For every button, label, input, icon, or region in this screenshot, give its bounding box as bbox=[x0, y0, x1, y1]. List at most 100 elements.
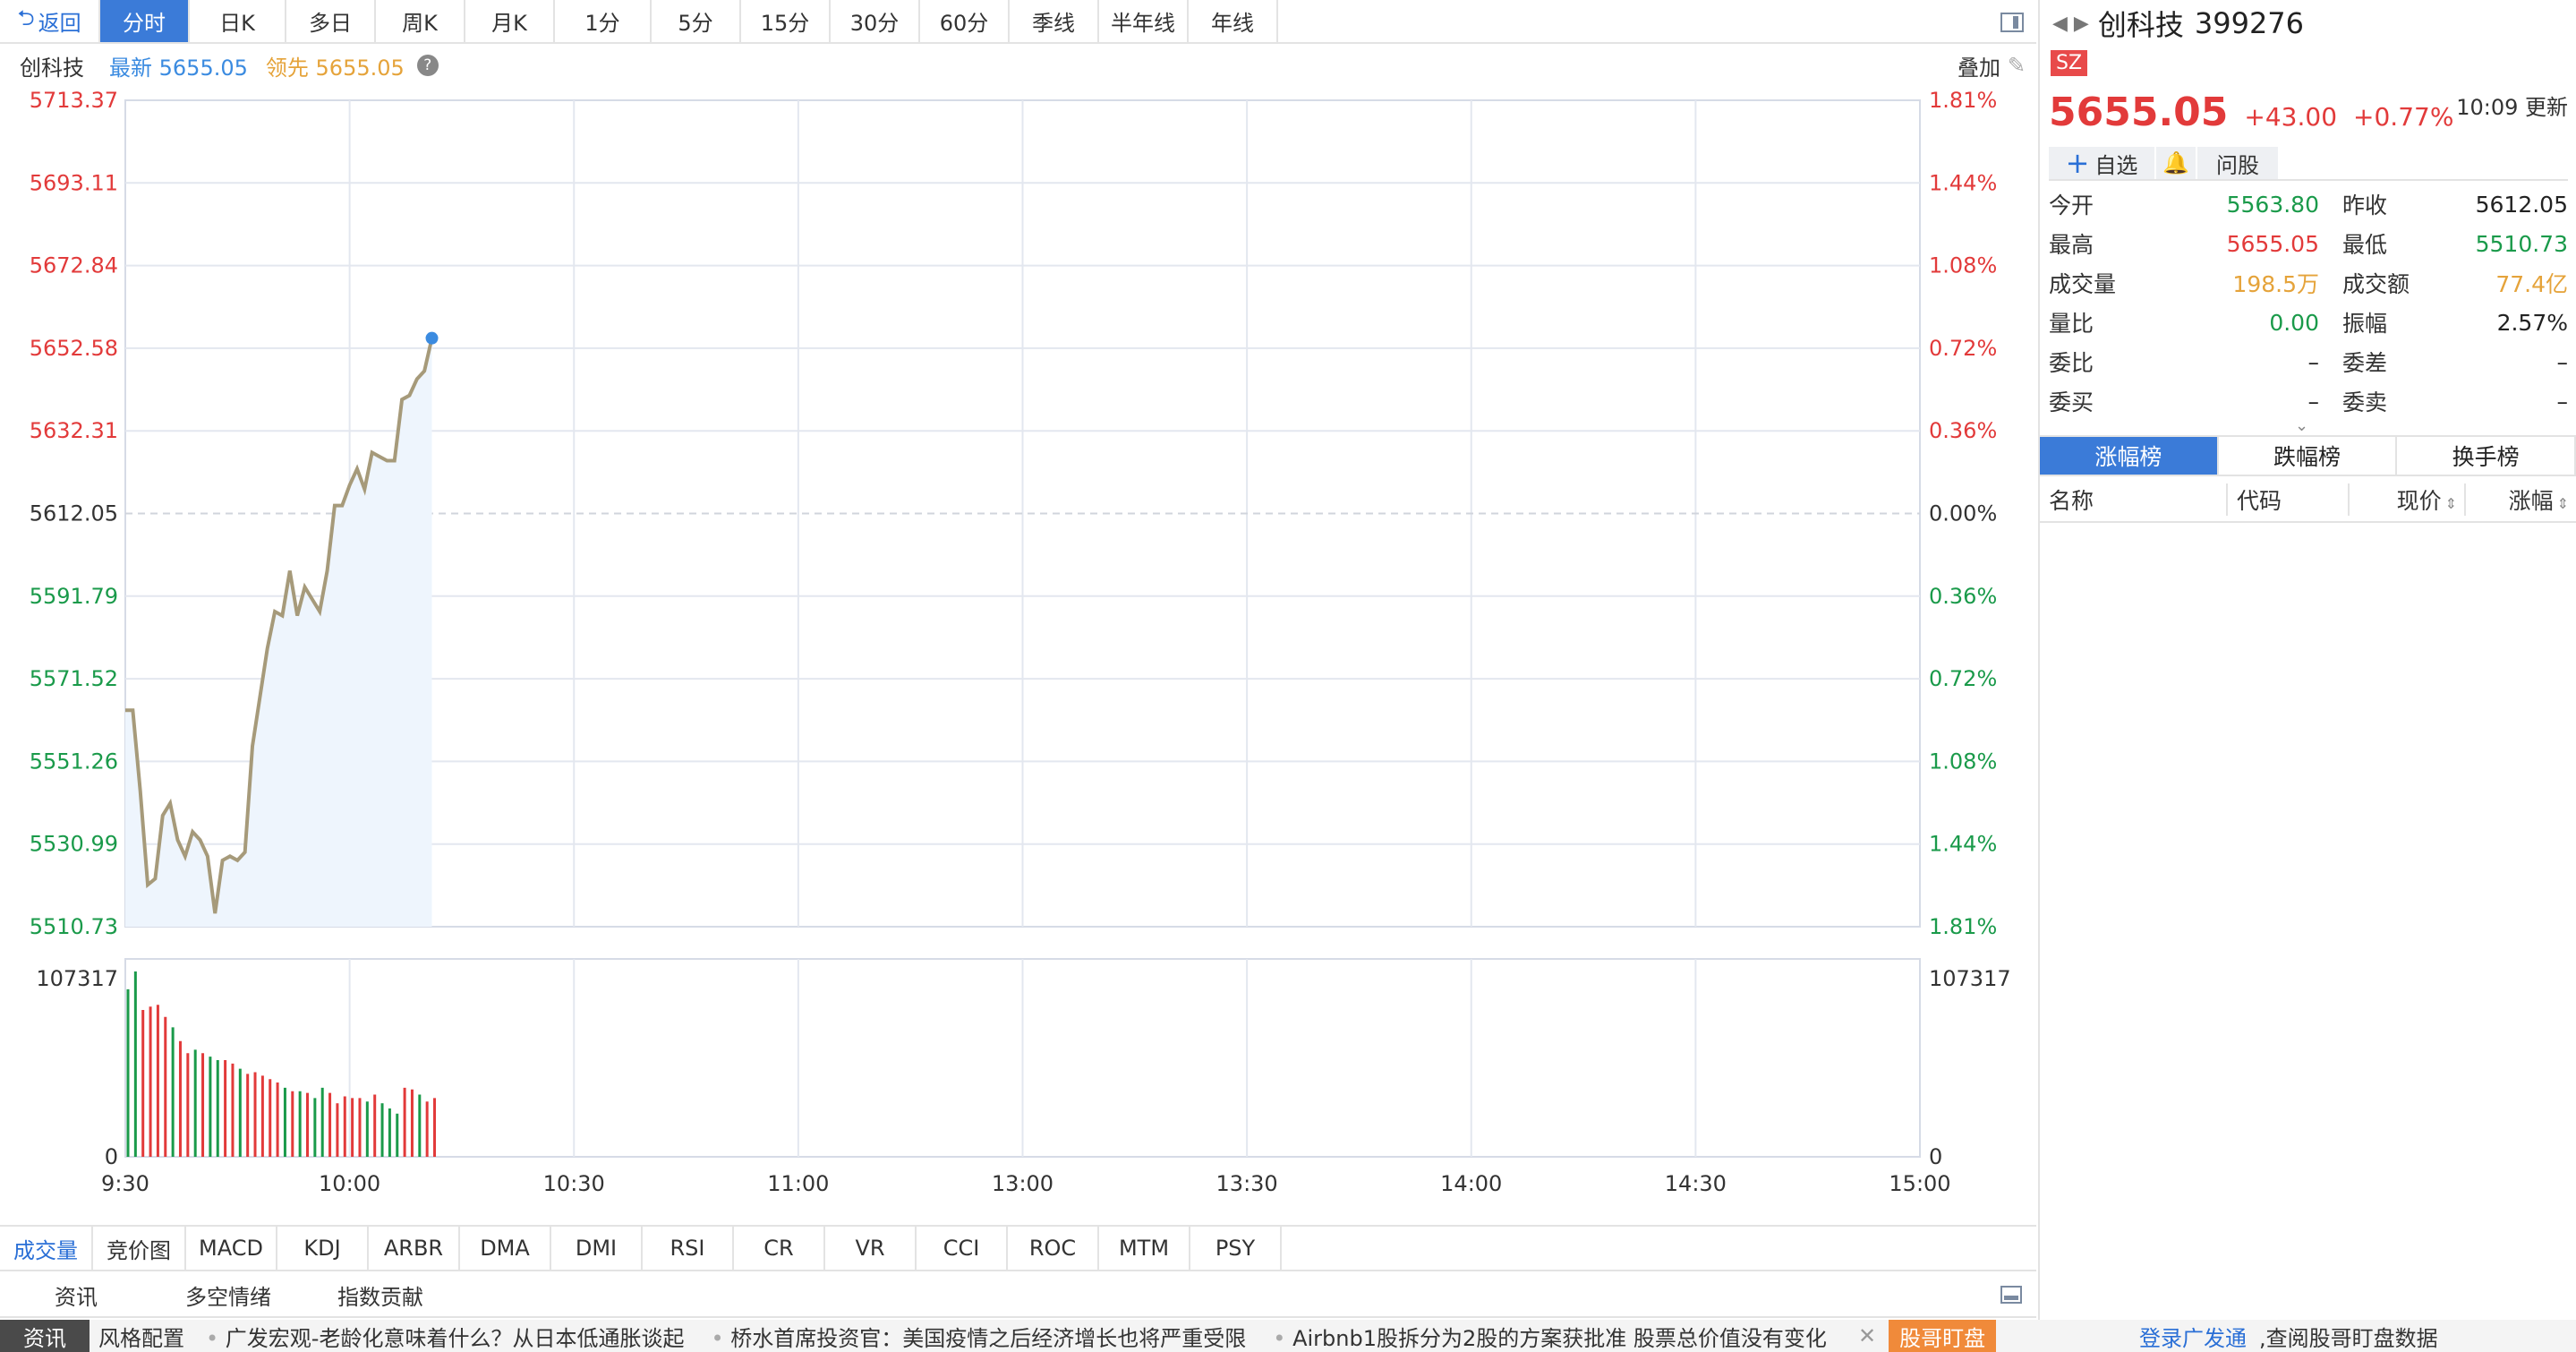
stat-row: 今开 5563.80 昨收 5612.05 bbox=[2049, 184, 2568, 224]
period-tab[interactable]: 1分 bbox=[555, 0, 652, 42]
time-axis-label: 10:00 bbox=[319, 1171, 380, 1196]
quote-info-line: 创科技 最新 5655.05 领先 5655.05 ? 叠加 ✎ bbox=[0, 47, 2036, 84]
back-button[interactable]: ⮌ 返回 bbox=[0, 0, 100, 42]
ranking-tabs: 涨幅榜 跌幅榜 换手榜 bbox=[2040, 435, 2576, 476]
col-change[interactable]: 涨幅 ⇕ bbox=[2466, 483, 2576, 516]
stat-row: 最高 5655.05 最低 5510.73 bbox=[2049, 224, 2568, 263]
price-axis-label: 5652.58 bbox=[30, 336, 118, 361]
period-tab[interactable]: 5分 bbox=[652, 0, 741, 42]
news-tab[interactable]: 资讯 bbox=[0, 1279, 152, 1311]
price-point bbox=[425, 331, 439, 345]
percent-axis-label: 0.36% bbox=[1929, 418, 1997, 443]
indicator-tab[interactable]: MTM bbox=[1099, 1227, 1190, 1270]
indicator-tab[interactable]: VR bbox=[825, 1227, 917, 1270]
close-icon[interactable]: ✕ bbox=[1858, 1323, 1876, 1348]
style-config-link[interactable]: 风格配置 bbox=[98, 1321, 184, 1352]
news-item[interactable]: 桥水首席投资官：美国疫情之后经济增长也将严重受限 bbox=[711, 1321, 1246, 1352]
stat-value: – bbox=[2556, 348, 2569, 375]
stat-label: 委买 bbox=[2049, 389, 2094, 415]
price-axis-label: 5713.37 bbox=[30, 88, 118, 113]
price-axis-label: 5672.84 bbox=[30, 253, 118, 278]
ask-stock-button[interactable]: 问股 bbox=[2197, 147, 2278, 179]
login-link[interactable]: 登录广发通 bbox=[2139, 1321, 2247, 1352]
col-name[interactable]: 名称 bbox=[2040, 483, 2228, 516]
stat-label: 昨收 bbox=[2342, 193, 2388, 218]
indicator-tab[interactable]: CCI bbox=[917, 1227, 1008, 1270]
period-tab[interactable]: 分时 bbox=[100, 0, 190, 42]
indicator-tab[interactable]: DMA bbox=[460, 1227, 551, 1270]
overlay-button[interactable]: 叠加 bbox=[1958, 50, 2000, 81]
indicator-tab[interactable]: ROC bbox=[1008, 1227, 1099, 1270]
period-tab[interactable]: 月K bbox=[465, 0, 555, 42]
time-axis-label: 14:00 bbox=[1440, 1171, 1502, 1196]
expand-chevron-icon[interactable]: ⌄ bbox=[2295, 416, 2308, 435]
stat-label: 委比 bbox=[2049, 350, 2094, 376]
indicator-tab[interactable]: DMI bbox=[551, 1227, 643, 1270]
indicator-tab[interactable]: 竞价图 bbox=[93, 1227, 186, 1270]
quote-side-panel: ◀ ▶ 创科技 399276 SZ 5655.05 +43.00 +0.77% … bbox=[2038, 0, 2576, 1320]
alert-bell-icon[interactable]: 🔔 bbox=[2156, 147, 2196, 179]
period-tab[interactable]: 半年线 bbox=[1099, 0, 1189, 42]
stat-value: 0.00 bbox=[2269, 309, 2319, 336]
stat-label: 委差 bbox=[2342, 350, 2388, 376]
sort-icon: ⇕ bbox=[2556, 495, 2569, 512]
indicator-tab[interactable]: MACD bbox=[186, 1227, 277, 1270]
stat-label: 最低 bbox=[2342, 232, 2388, 258]
percent-axis-label: 0.36% bbox=[1929, 584, 1997, 609]
period-tab[interactable]: 30分 bbox=[831, 0, 920, 42]
news-tab[interactable]: 指数贡献 bbox=[304, 1279, 456, 1311]
stat-label: 成交额 bbox=[2342, 271, 2410, 297]
col-price[interactable]: 现价 ⇕ bbox=[2350, 483, 2466, 516]
price-change: +43.00 bbox=[2244, 102, 2338, 132]
news-item[interactable]: 广发宏观-老龄化意味着什么？从日本低通胀谈起 bbox=[206, 1321, 685, 1352]
promo-button[interactable]: 股哥盯盘 bbox=[1889, 1320, 1997, 1352]
col-code[interactable]: 代码 bbox=[2228, 483, 2350, 516]
price-axis-label: 5632.31 bbox=[30, 418, 118, 443]
period-tab[interactable]: 年线 bbox=[1189, 0, 1278, 42]
indicator-tab[interactable]: PSY bbox=[1190, 1227, 1282, 1270]
indicator-tab[interactable]: 成交量 bbox=[0, 1227, 93, 1270]
period-tabs: 分时 日K 多日 周K 月K 1分 5分 15分 30分 60分 季线 半年线 年线 bbox=[100, 0, 1278, 42]
ranking-tab[interactable]: 换手榜 bbox=[2397, 437, 2576, 475]
stat-value: – bbox=[2307, 348, 2320, 375]
intraday-chart[interactable]: 5713.37 1.81% 5693.11 1.44% 5672.84 1.08% 5652… bbox=[0, 85, 2036, 1224]
add-watchlist-button[interactable]: + 自选 bbox=[2049, 146, 2154, 180]
period-tab[interactable]: 日K bbox=[190, 0, 286, 42]
prev-next-arrows-icon[interactable]: ◀ ▶ bbox=[2052, 13, 2089, 35]
percent-axis-label: 1.44% bbox=[1929, 170, 1997, 195]
time-axis-label: 13:30 bbox=[1216, 1171, 1278, 1196]
period-tab[interactable]: 周K bbox=[376, 0, 465, 42]
split-view-icon[interactable] bbox=[2000, 13, 2024, 32]
volume-axis-label: 107317 bbox=[1929, 966, 2011, 991]
price-line: 5655.05 +43.00 +0.77% 10:09 更新 bbox=[2049, 90, 2568, 136]
price-area bbox=[125, 338, 432, 927]
period-tab[interactable]: 15分 bbox=[741, 0, 831, 42]
price-axis-label: 5591.79 bbox=[30, 584, 118, 609]
stat-value: 5563.80 bbox=[2226, 191, 2319, 218]
ranking-tab[interactable]: 涨幅榜 bbox=[2040, 437, 2219, 475]
collapse-panel-icon[interactable] bbox=[2000, 1286, 2022, 1304]
index-name: 创科技 bbox=[20, 55, 84, 81]
price-axis-label: 5612.05 bbox=[30, 501, 118, 526]
help-icon[interactable]: ? bbox=[416, 55, 439, 76]
indicator-tab[interactable]: CR bbox=[734, 1227, 825, 1270]
period-tab[interactable]: 多日 bbox=[286, 0, 376, 42]
pencil-icon[interactable]: ✎ bbox=[2008, 53, 2026, 78]
ranking-tab[interactable]: 跌幅榜 bbox=[2219, 437, 2398, 475]
stat-label: 振幅 bbox=[2342, 311, 2388, 337]
percent-axis-label: 0.72% bbox=[1929, 666, 1997, 691]
indicator-tab[interactable]: RSI bbox=[643, 1227, 734, 1270]
news-item[interactable]: Airbnb1股拆分为2股的方案获批准 股票总价值没有变化 bbox=[1273, 1321, 1827, 1352]
percent-axis-label: 1.44% bbox=[1929, 832, 1997, 857]
stat-value: 5655.05 bbox=[2226, 230, 2319, 257]
volume-axis-label: 0 bbox=[105, 1144, 118, 1169]
panel-index-code: 399276 bbox=[2194, 6, 2305, 40]
news-tab[interactable]: 多空情绪 bbox=[152, 1279, 304, 1311]
stat-value: 77.4亿 bbox=[2495, 271, 2568, 297]
period-tab[interactable]: 60分 bbox=[920, 0, 1010, 42]
period-tab[interactable]: 季线 bbox=[1010, 0, 1099, 42]
stat-row: 委买 – 委卖 – bbox=[2049, 381, 2568, 421]
indicator-tab[interactable]: ARBR bbox=[369, 1227, 460, 1270]
indicator-tab[interactable]: KDJ bbox=[277, 1227, 369, 1270]
percent-axis-label: 1.08% bbox=[1929, 749, 1997, 774]
